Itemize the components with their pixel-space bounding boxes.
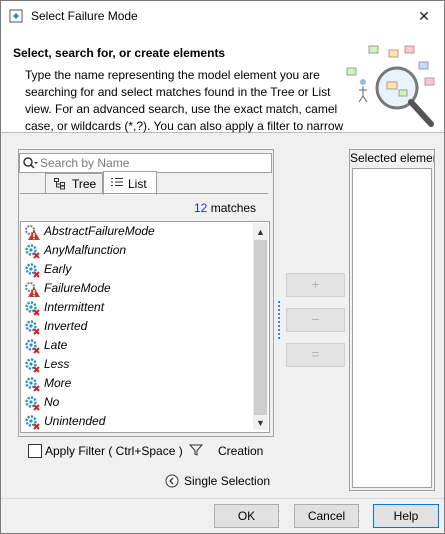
- list-item[interactable]: Intermittent: [23, 298, 253, 317]
- gear-x-icon: [24, 300, 40, 316]
- list-item[interactable]: Less: [23, 355, 253, 374]
- tab-divider: [20, 193, 268, 194]
- remove-all-button[interactable]: =: [286, 343, 345, 367]
- match-count-number: 12: [194, 201, 208, 215]
- window-title: Select Failure Mode: [31, 9, 138, 23]
- warning-icon: [24, 224, 40, 240]
- list-item-label: AnyMalfunction: [44, 243, 127, 257]
- apply-filter-label: Apply Filter ( Ctrl+Space ): [45, 444, 183, 458]
- list-item[interactable]: FailureMode: [23, 279, 253, 298]
- search-icon[interactable]: [22, 156, 38, 170]
- results-list[interactable]: AbstractFailureMode AnyMalfunction Early Fa…: [20, 221, 270, 433]
- list-item-label: Early: [44, 262, 72, 276]
- help-button[interactable]: Help: [373, 504, 439, 528]
- apply-filter-checkbox[interactable]: [28, 444, 42, 458]
- footer-divider: [1, 498, 444, 499]
- gear-x-icon: [24, 262, 40, 278]
- cancel-button[interactable]: Cancel: [294, 504, 359, 528]
- list-item[interactable]: No: [23, 393, 253, 412]
- selected-elements-list[interactable]: [352, 168, 432, 488]
- warning-icon: [24, 281, 40, 297]
- gear-x-icon: [24, 414, 40, 430]
- list-item-label: Less: [44, 357, 70, 371]
- match-count: 12 matches: [194, 201, 256, 215]
- list-item-label: More: [44, 376, 72, 390]
- list-item-label: Inverted: [44, 319, 88, 333]
- list-item[interactable]: AbstractFailureMode: [23, 222, 253, 241]
- remove-button[interactable]: −: [286, 308, 345, 332]
- list-icon: [111, 177, 123, 189]
- app-icon: [9, 9, 23, 23]
- list-item[interactable]: Late: [23, 336, 253, 355]
- search-placeholder: Search by Name: [40, 156, 130, 170]
- panel-splitter[interactable]: [278, 301, 282, 339]
- list-item[interactable]: Early: [23, 260, 253, 279]
- filter-icon[interactable]: [188, 443, 204, 457]
- list-item-label: AbstractFailureMode: [44, 224, 155, 238]
- match-count-label: matches: [210, 201, 257, 215]
- scroll-thumb[interactable]: [254, 240, 267, 415]
- gear-x-icon: [24, 395, 40, 411]
- tab-tree-label: Tree: [72, 177, 97, 191]
- selected-elements-title: Selected elemer: [350, 151, 435, 165]
- chevron-left-icon[interactable]: [165, 474, 179, 488]
- list-item-label: Unintended: [44, 414, 106, 428]
- list-item-label: FailureMode: [44, 281, 111, 295]
- close-button[interactable]: ✕: [404, 1, 444, 32]
- scroll-up-icon[interactable]: ▲: [256, 227, 265, 237]
- header-description: Type the name representing the model ele…: [25, 68, 344, 133]
- list-item-label: Late: [44, 338, 68, 352]
- header-panel: Select, search for, or create elements T…: [1, 32, 444, 133]
- header-title: Select, search for, or create elements: [13, 46, 226, 60]
- list-item[interactable]: Unintended: [23, 412, 253, 431]
- gear-x-icon: [24, 319, 40, 335]
- tree-icon: [54, 178, 66, 190]
- gear-x-icon: [24, 338, 40, 354]
- list-item-label: Intermittent: [44, 300, 105, 314]
- list-item[interactable]: Inverted: [23, 317, 253, 336]
- title-bar: Select Failure Mode ✕: [1, 1, 444, 32]
- list-item[interactable]: More: [23, 374, 253, 393]
- search-input[interactable]: Search by Name: [19, 153, 272, 173]
- tab-tree[interactable]: Tree: [45, 173, 103, 194]
- tab-list-label: List: [128, 177, 147, 191]
- add-button[interactable]: +: [286, 273, 345, 297]
- search-magnifier-illustration: [341, 40, 441, 132]
- single-selection-label[interactable]: Single Selection: [184, 474, 270, 488]
- select-failure-mode-dialog: Select Failure Mode ✕ Select, search for…: [0, 0, 445, 534]
- gear-x-icon: [24, 357, 40, 373]
- selected-elements-panel: Selected elemer: [349, 149, 435, 491]
- ok-button[interactable]: OK: [214, 504, 279, 528]
- gear-x-icon: [24, 376, 40, 392]
- list-item-label: No: [44, 395, 60, 409]
- list-item[interactable]: AnyMalfunction: [23, 241, 253, 260]
- scroll-down-icon[interactable]: ▼: [256, 418, 265, 428]
- creation-label[interactable]: Creation: [218, 444, 263, 458]
- gear-x-icon: [24, 243, 40, 259]
- tab-list[interactable]: List: [103, 171, 157, 195]
